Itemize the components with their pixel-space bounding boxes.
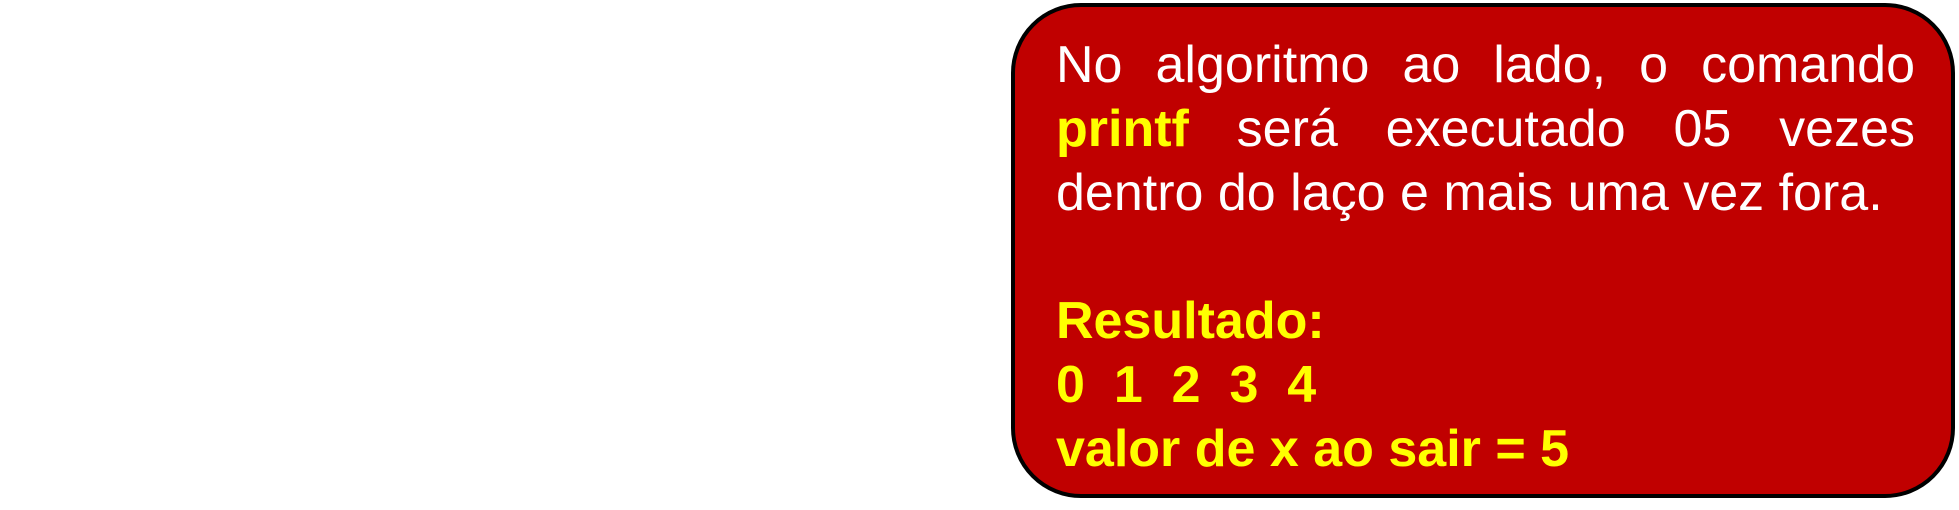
- result-label: Resultado:: [1056, 292, 1325, 350]
- explanation-callout: No algoritmo ao lado, o comando printf s…: [1011, 3, 1955, 498]
- result-values: 0 1 2 3 4: [1056, 356, 1317, 414]
- exit-value-line: valor de x ao sair = 5: [1056, 420, 1570, 478]
- explanation-paragraph: No algoritmo ao lado, o comando printf s…: [1056, 33, 1915, 225]
- explanation-text-start: No algoritmo ao lado, o comando: [1056, 36, 1915, 94]
- printf-keyword: printf: [1056, 100, 1189, 158]
